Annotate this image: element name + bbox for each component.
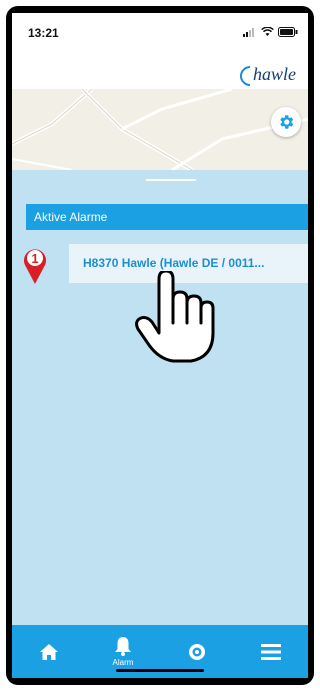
- alarm-pin-icon: 1: [24, 249, 46, 284]
- logo: hawle: [253, 64, 296, 84]
- map-roads: [12, 87, 308, 172]
- signal-icon: [243, 27, 254, 37]
- drawer-handle[interactable]: [146, 179, 196, 181]
- alarm-item-label: H8370 Hawle (Hawle DE / 0011...: [83, 256, 265, 270]
- status-icons: [243, 27, 298, 37]
- sensor-icon: [189, 643, 205, 660]
- gear-icon: [280, 115, 294, 129]
- status-time: 13:21: [28, 26, 59, 40]
- home-icon: [40, 643, 58, 660]
- home-indicator[interactable]: [116, 669, 204, 672]
- tap-hand-icon: [135, 271, 215, 363]
- battery-icon: [278, 27, 298, 37]
- tab-home[interactable]: [12, 625, 86, 678]
- tab-menu[interactable]: [234, 625, 308, 678]
- map-view[interactable]: [12, 87, 308, 172]
- header: hawle: [12, 47, 308, 91]
- status-bar: 13:21: [12, 13, 308, 47]
- tab-alarm-label: Alarm: [112, 658, 134, 667]
- section-header-active-alarms: Aktive Alarme: [26, 204, 308, 230]
- menu-icon: [261, 643, 281, 660]
- wifi-icon: [261, 27, 274, 36]
- settings-button[interactable]: [271, 107, 301, 137]
- alarm-badge-number: 1: [31, 251, 38, 266]
- app-screen: 13:21 hawle Aktive Alarme 1 H8370 Hawle …: [12, 13, 308, 678]
- bell-icon: [115, 637, 131, 656]
